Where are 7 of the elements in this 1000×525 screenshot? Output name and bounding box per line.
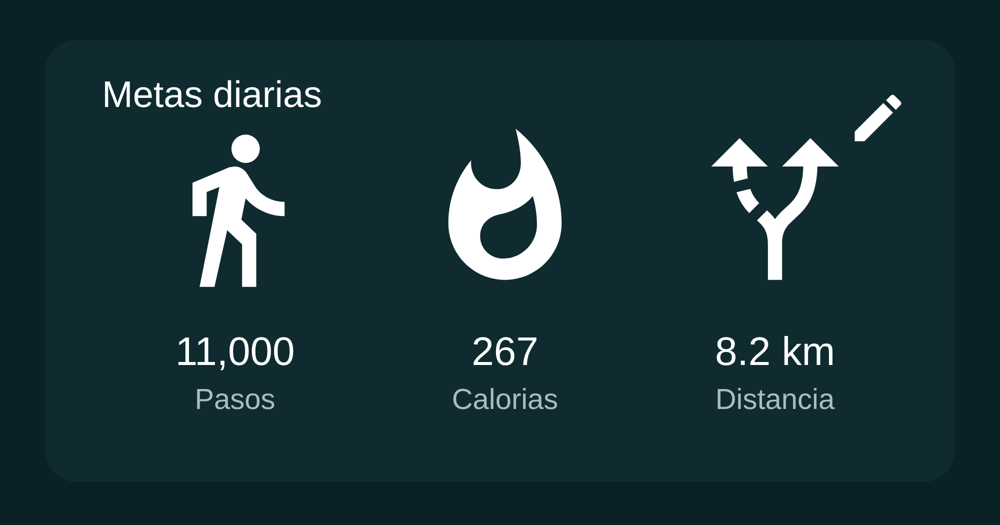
- stat-value: 8.2 km: [714, 332, 836, 372]
- stat-label: Distancia: [715, 386, 835, 415]
- stat-label: Calorias: [452, 386, 558, 415]
- stat-label: Pasos: [194, 386, 276, 415]
- card-title: Metas diarias: [102, 76, 322, 113]
- stat-value: 11,000: [175, 332, 295, 372]
- stat-value: 267: [472, 332, 538, 372]
